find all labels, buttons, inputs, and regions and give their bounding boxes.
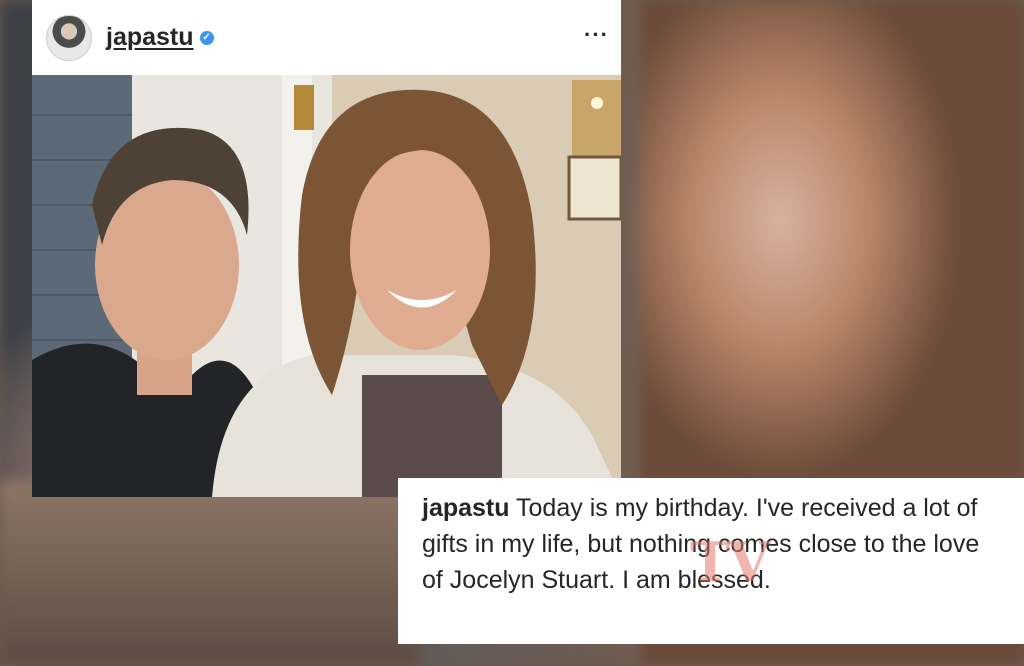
post-caption: japastu Today is my birthday. I've recei… [398, 478, 1024, 644]
selfie-photo [32, 75, 621, 497]
more-options-icon[interactable]: ··· [584, 22, 609, 48]
avatar[interactable] [46, 14, 92, 61]
caption-username[interactable]: japastu [422, 494, 510, 522]
post-photo [32, 75, 621, 497]
post-header: japastu ✓ ··· [32, 0, 621, 75]
blurred-lower-background [0, 480, 420, 666]
verified-badge-icon: ✓ [199, 30, 214, 45]
post-username[interactable]: japastu [106, 23, 194, 52]
